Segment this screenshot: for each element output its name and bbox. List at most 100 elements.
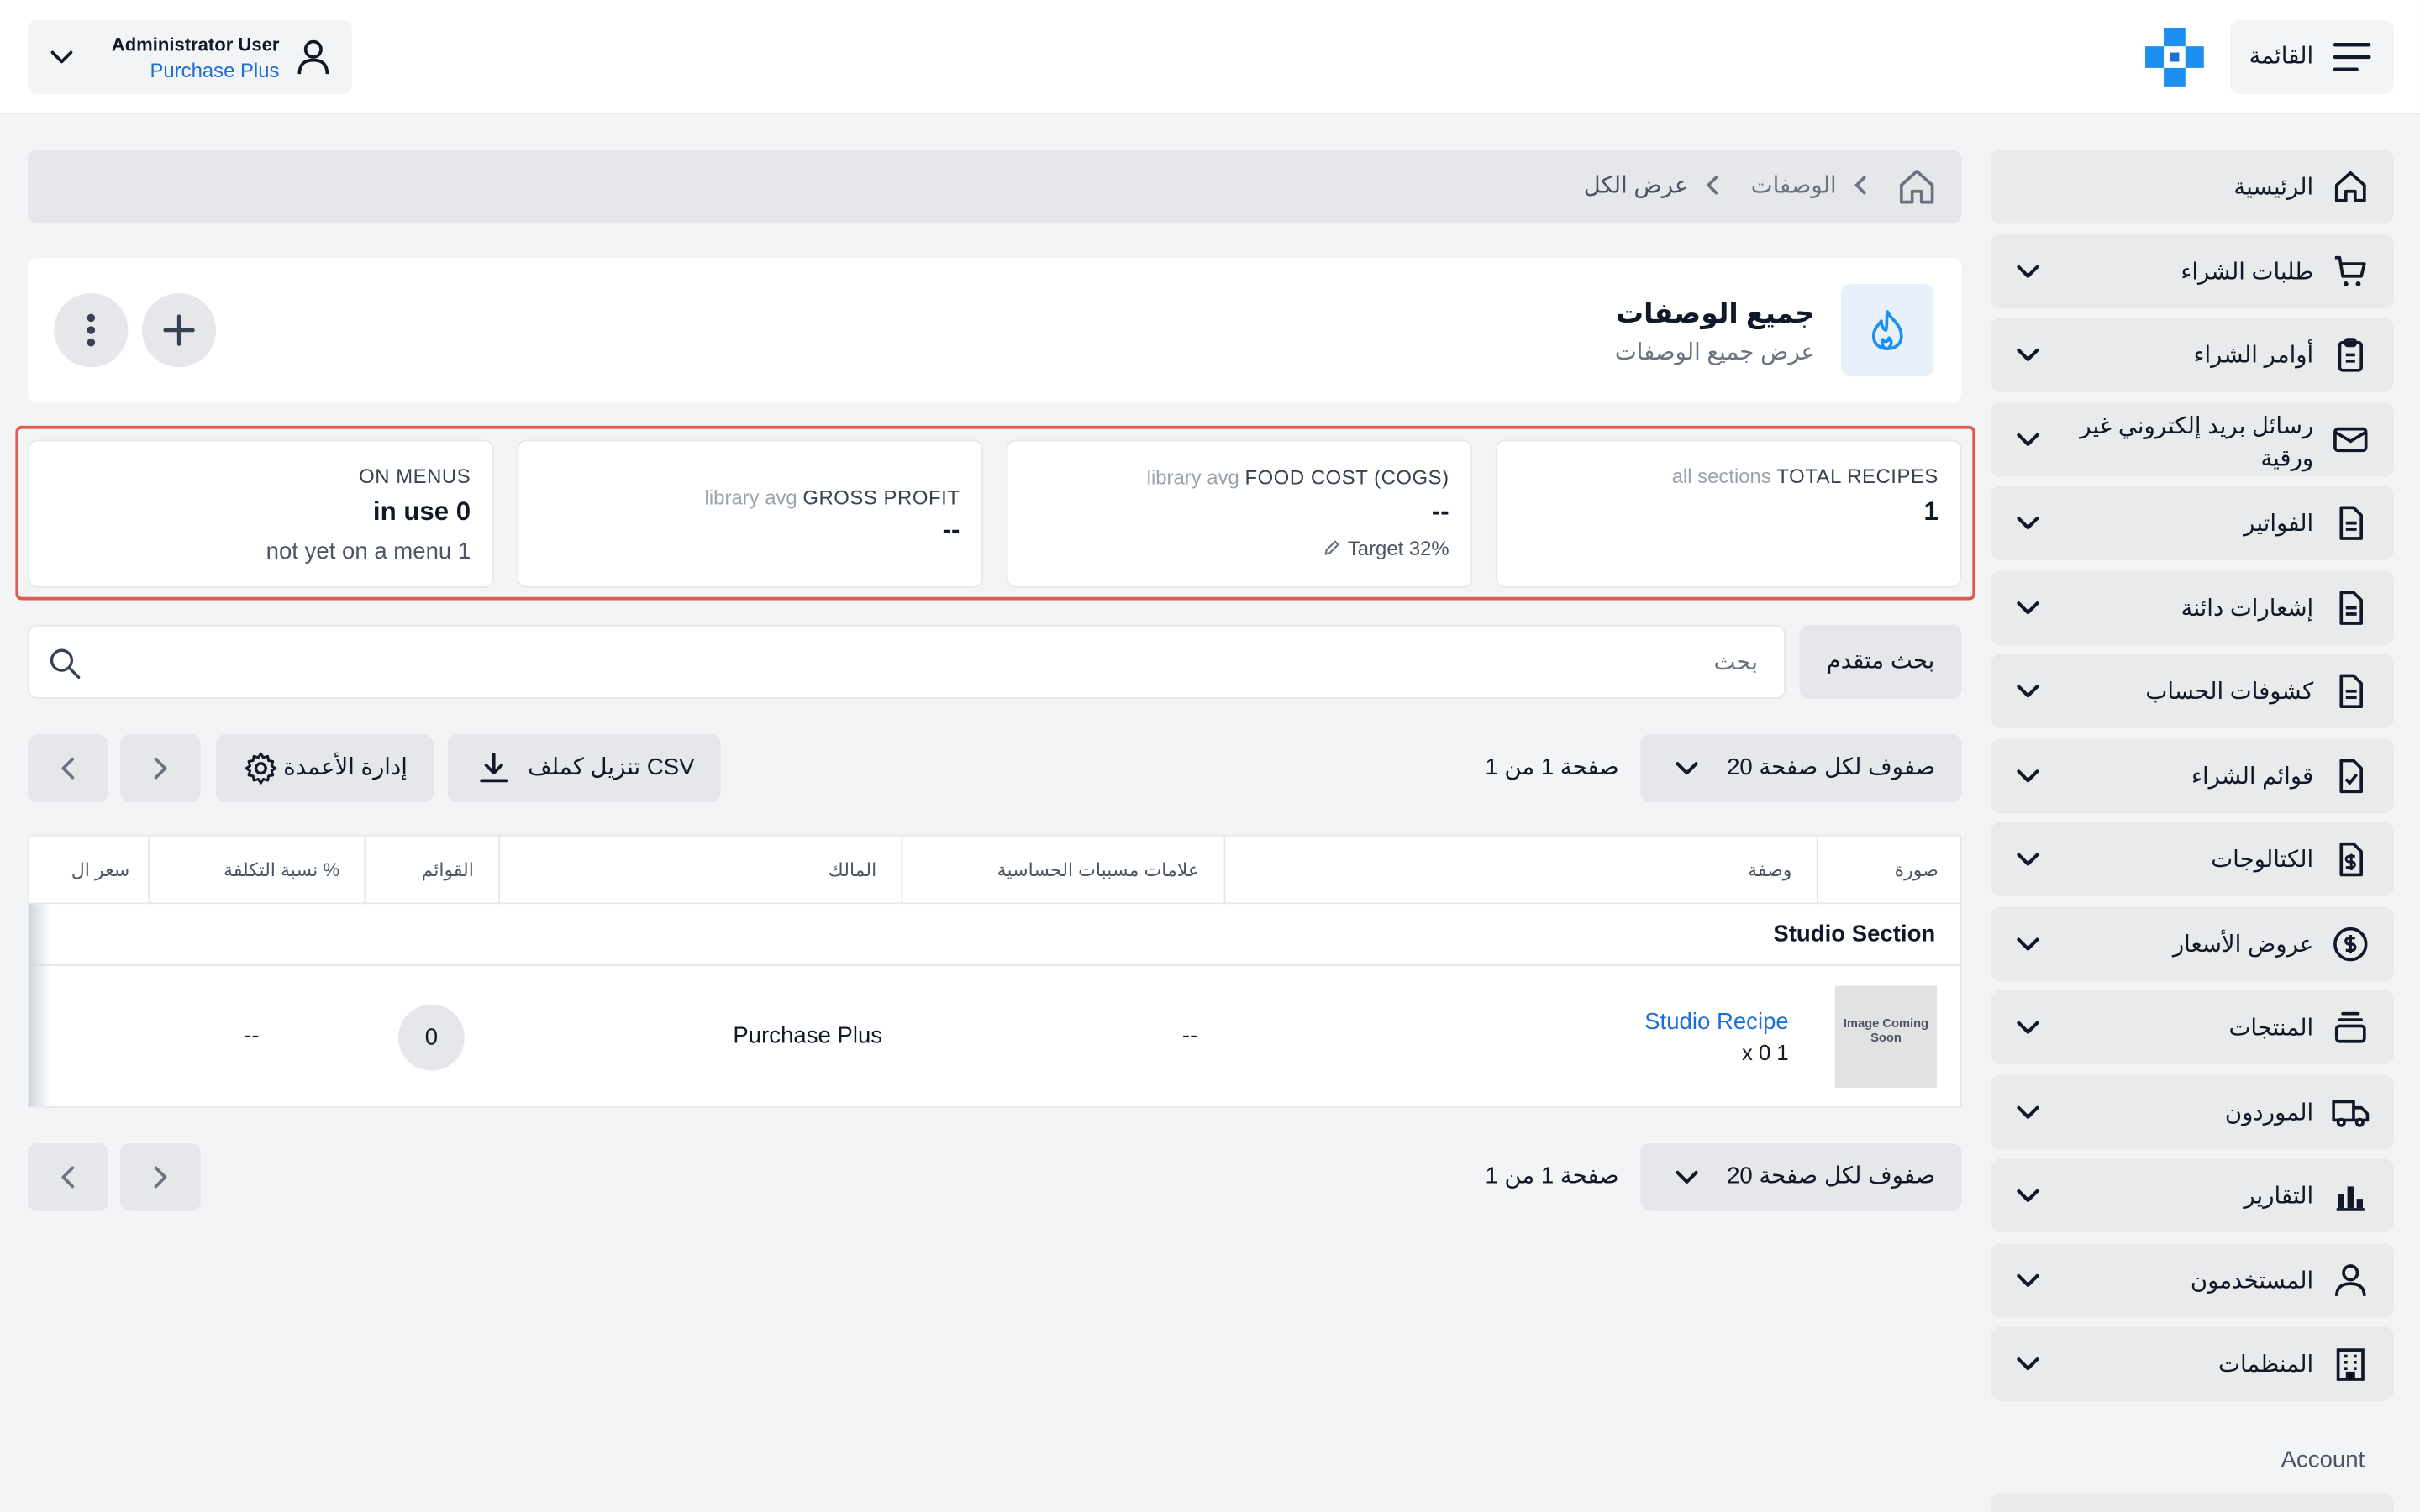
chevron-right-icon <box>154 757 167 780</box>
chevron-down-icon[interactable] <box>2012 255 2044 286</box>
prev-page-button[interactable] <box>28 734 108 803</box>
sidebar-item-11[interactable]: المنتجات <box>1991 990 2394 1065</box>
stat-note: not yet on a menu 1 <box>266 538 471 565</box>
sidebar-item-4[interactable]: رسائل بريد إلكتروني غير ورقية <box>1991 402 2394 476</box>
clipboard-icon <box>2338 338 2363 372</box>
search-box <box>28 624 1786 700</box>
column-header-owner[interactable]: المالك <box>498 836 901 905</box>
app-logo[interactable] <box>2142 24 2207 89</box>
sidebar-item-15[interactable]: المنظمات <box>1991 1326 2394 1401</box>
sidebar-item-6[interactable]: إشعارات دائنة <box>1991 570 2394 644</box>
chevron-right-icon <box>154 1166 167 1189</box>
column-header-cost-pct[interactable]: نسبة التكلفة % <box>148 836 364 905</box>
chevron-down-icon[interactable] <box>2012 1180 2044 1211</box>
recipe-name-link[interactable]: Studio Recipe <box>1644 1009 1789 1035</box>
allergens-cell: -- <box>1181 1022 1198 1049</box>
next-page-button-bottom[interactable] <box>120 1142 201 1211</box>
chevron-down-icon <box>1676 762 1698 775</box>
sidebar-item-5[interactable]: الفواتير <box>1991 486 2394 560</box>
advanced-search-button[interactable]: بحث متقدم <box>1799 624 1962 700</box>
chevron-down-icon[interactable] <box>2012 844 2044 875</box>
prev-page-button-bottom[interactable] <box>28 1142 108 1211</box>
chevron-left-icon <box>61 757 75 780</box>
search-input[interactable] <box>106 638 1759 685</box>
table-header-row: صورة وصفة علامات مسببات الحساسية المالك … <box>29 836 1960 905</box>
sidebar-item-2[interactable]: طلبات الشراء <box>1991 234 2394 308</box>
rows-per-page-select-bottom[interactable]: 20 صفوف لكل صفحة <box>1640 1142 1962 1211</box>
sidebar-item-13[interactable]: التقارير <box>1991 1158 2394 1233</box>
target-link[interactable]: Target 32% <box>1323 537 1449 560</box>
stat-value: -- <box>942 515 960 545</box>
page-info-bottom: صفحة 1 من 1 <box>1485 1163 1619 1190</box>
chevron-down-icon[interactable] <box>2012 423 2044 454</box>
page-title: جميع الوصفات <box>1615 297 1815 329</box>
stat-on-menus: ON MENUS in use 0 not yet on a menu 1 <box>28 439 494 588</box>
sidebar-item-3[interactable]: أوامر الشراء <box>1991 318 2394 392</box>
stat-value: in use 0 <box>372 496 471 527</box>
main-menu-button[interactable]: القائمة <box>2230 19 2394 95</box>
sidebar-item-label: أوامر الشراء <box>2193 342 2314 369</box>
column-header-price[interactable]: سعر ال <box>29 836 148 904</box>
sidebar-item-label: رسائل بريد إلكتروني غير ورقية <box>2080 412 2314 472</box>
chevron-down-icon[interactable] <box>2012 760 2044 791</box>
sidebar-account-item[interactable] <box>1991 1493 2394 1512</box>
rows-per-page-label: 20 صفوف لكل صفحة <box>1727 1163 1936 1190</box>
stat-key: TOTAL RECIPES <box>1776 464 1939 488</box>
chevron-down-icon[interactable] <box>2012 675 2044 706</box>
document-icon <box>2339 674 2363 709</box>
user-menu-button[interactable]: Administrator User Purchase Plus <box>28 19 352 95</box>
sidebar-item-8[interactable]: قوائم الشراء <box>1991 738 2394 813</box>
download-csv-button[interactable]: تنزيل كملف CSV <box>447 734 721 803</box>
page-info: صفحة 1 من 1 <box>1485 754 1619 781</box>
chevron-down-icon[interactable] <box>2012 928 2044 959</box>
horizontal-scroll-shadow <box>29 904 51 1106</box>
gear-icon <box>245 752 277 785</box>
column-header-recipe[interactable]: وصفة <box>1223 836 1817 905</box>
sidebar-item-10[interactable]: عروض الأسعار <box>1991 906 2394 981</box>
search-icon <box>50 648 81 679</box>
breadcrumb-recipes[interactable]: الوصفات <box>1751 171 1837 199</box>
column-header-menus[interactable]: القوائم <box>364 836 498 905</box>
rows-per-page-select[interactable]: 20 صفوف لكل صفحة <box>1640 734 1962 803</box>
table-row[interactable]: Image Coming Soon Studio Recipe x 0 1 --… <box>29 966 1960 1106</box>
sidebar-item-9[interactable]: الكتالوجات <box>1991 822 2394 897</box>
sidebar-item-label: المنظمات <box>2218 1351 2314 1378</box>
recipes-table: صورة وصفة علامات مسببات الحساسية المالك … <box>28 834 1962 1108</box>
document-icon <box>2339 590 2363 624</box>
chevron-down-icon[interactable] <box>2012 591 2044 622</box>
page-icon <box>1841 283 1934 377</box>
user-icon <box>2334 1263 2366 1296</box>
chevron-down-icon[interactable] <box>2012 1348 2044 1379</box>
next-page-button[interactable] <box>120 734 201 803</box>
stat-meta: library avg <box>1146 465 1239 490</box>
home-icon <box>2334 171 2366 202</box>
chevron-down-icon[interactable] <box>2012 1012 2044 1043</box>
column-header-allergens[interactable]: علامات مسببات الحساسية <box>901 836 1224 905</box>
truck-icon <box>2332 1099 2370 1126</box>
chevron-down-icon <box>1676 1170 1698 1184</box>
column-header-image[interactable]: صورة <box>1816 836 1960 905</box>
chevron-left-icon <box>1854 176 1866 195</box>
chevron-down-icon[interactable] <box>2012 339 2044 370</box>
stat-value: -- <box>1431 496 1449 527</box>
top-bar: Administrator User Purchase Plus القائمة <box>0 0 2420 114</box>
home-icon[interactable] <box>1897 166 1937 207</box>
menus-count-badge[interactable]: 0 <box>397 1004 465 1071</box>
mail-icon <box>2333 426 2368 452</box>
user-icon <box>297 39 329 75</box>
sidebar-item-7[interactable]: كشوفات الحساب <box>1991 654 2394 728</box>
sidebar-item-14[interactable]: المستخدمون <box>1991 1242 2394 1317</box>
chevron-left-icon <box>1706 176 1718 195</box>
sidebar-item-1[interactable]: الرئيسية <box>1991 150 2394 224</box>
add-recipe-button[interactable] <box>141 292 217 368</box>
chevron-down-icon[interactable] <box>2012 1096 2044 1127</box>
chevron-down-icon[interactable] <box>2012 507 2044 538</box>
sidebar-item-label: عروض الأسعار <box>2172 931 2314 958</box>
manage-columns-button[interactable]: إدارة الأعمدة <box>216 734 434 803</box>
more-options-button[interactable] <box>54 292 129 368</box>
sidebar-item-12[interactable]: الموردون <box>1991 1074 2394 1149</box>
chevron-down-icon[interactable] <box>2012 1264 2044 1295</box>
stat-total-recipes: all sections TOTAL RECIPES 1 <box>1495 439 1962 588</box>
download-icon <box>480 753 508 783</box>
recipe-quantity: x 0 1 <box>1741 1039 1789 1065</box>
